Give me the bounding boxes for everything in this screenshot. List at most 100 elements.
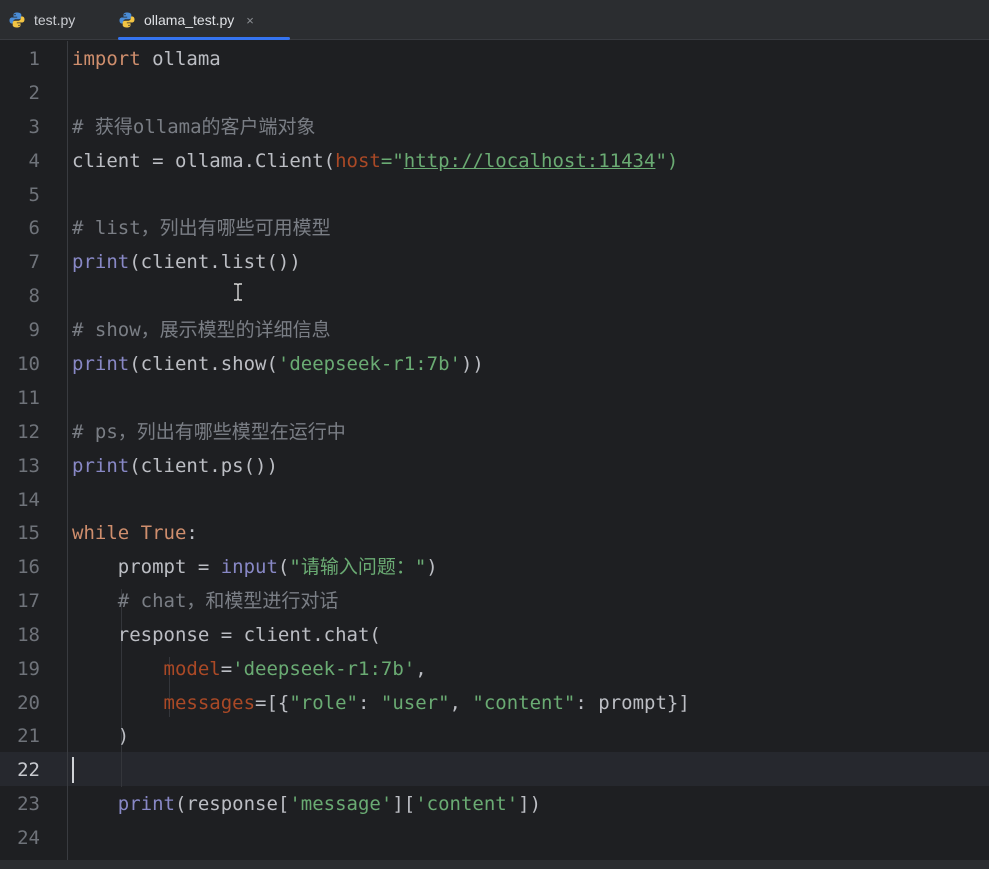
- editor-tab-bar: test.py ollama_test.py ×: [0, 0, 989, 40]
- code-text: client = ollama.Client(: [72, 150, 336, 172]
- line-number: 6: [28, 217, 40, 239]
- line-number: 14: [17, 489, 40, 511]
- line-number: 19: [17, 658, 40, 680]
- code-text: ollama: [140, 48, 221, 70]
- keyword: while: [72, 522, 130, 544]
- indent-guide: [121, 589, 122, 787]
- builtin: print: [117, 793, 175, 815]
- code-line-13: print(client.ps()): [72, 454, 278, 478]
- line-number: 21: [17, 725, 40, 747]
- code-line-15: while True:: [72, 521, 198, 545]
- line-number-current: 22: [17, 759, 40, 781]
- python-icon: [118, 11, 136, 29]
- code-line-23: print(response['message']['content']): [72, 792, 541, 816]
- line-number: 4: [28, 150, 40, 172]
- tab-label: test.py: [34, 12, 76, 28]
- code-text: prompt =: [72, 556, 221, 578]
- line-number: 17: [17, 590, 40, 612]
- code-line-18: response = client.chat(: [72, 624, 381, 646]
- code-line-12: # ps，列出有哪些模型在运行中: [72, 421, 346, 443]
- code-text: )): [460, 353, 484, 375]
- line-number: 10: [17, 353, 40, 375]
- string: "请输入问题：": [289, 556, 427, 578]
- code-line-17: # chat，和模型进行对话: [72, 590, 339, 612]
- tab-label: ollama_test.py: [144, 12, 235, 28]
- code-text: (client.ps()): [129, 455, 278, 477]
- string: "user": [380, 692, 450, 714]
- string: 'deepseek-r1:7b': [277, 353, 461, 375]
- code-text: (: [277, 556, 290, 578]
- code-text: ]): [518, 793, 542, 815]
- builtin: print: [72, 353, 130, 375]
- line-number: 20: [17, 692, 40, 714]
- code-text: ,: [449, 692, 473, 714]
- keyword: import: [72, 48, 141, 70]
- close-icon[interactable]: ×: [246, 13, 254, 28]
- line-number: 16: [17, 556, 40, 578]
- parameter: host: [335, 150, 381, 172]
- code-line-3: # 获得ollama的客户端对象: [72, 116, 316, 138]
- line-number: 7: [28, 251, 40, 273]
- string: "content": [472, 692, 576, 714]
- line-number: 23: [17, 793, 40, 815]
- line-number: 18: [17, 624, 40, 646]
- python-icon: [8, 11, 26, 29]
- line-number: 5: [28, 184, 40, 206]
- builtin: input: [220, 556, 278, 578]
- string: "role": [289, 692, 358, 714]
- line-number: 9: [28, 319, 40, 341]
- parameter: model: [163, 658, 221, 680]
- string: 'message': [289, 793, 393, 815]
- code-line-21: ): [72, 725, 130, 747]
- string: 'deepseek-r1:7b': [232, 658, 416, 680]
- line-number: 24: [17, 827, 40, 849]
- code-text: ][: [392, 793, 416, 815]
- code-line-16: prompt = input("请输入问题："): [72, 555, 438, 579]
- code-text: (client.show(: [129, 353, 278, 375]
- code-text: :: [358, 692, 381, 714]
- code-line-9: # show，展示模型的详细信息: [72, 319, 331, 341]
- parameter: messages: [163, 692, 256, 714]
- string: =": [380, 150, 404, 172]
- line-number: 8: [28, 285, 40, 307]
- code-text: (client.list()): [129, 251, 301, 273]
- string: 'content': [415, 793, 519, 815]
- line-number: 2: [28, 82, 40, 104]
- code-line-10: print(client.show('deepseek-r1:7b')): [72, 352, 484, 376]
- keyword: True: [140, 522, 187, 544]
- builtin: print: [72, 251, 130, 273]
- builtin: print: [72, 455, 130, 477]
- code-text: : prompt}]: [575, 692, 690, 714]
- code-editor[interactable]: 1 2 3 4 5 6 7 8 9 10 11 12 13 14 15 16 1…: [0, 41, 989, 860]
- tab-ollama-test-py[interactable]: ollama_test.py ×: [118, 0, 290, 40]
- line-number: 15: [17, 522, 40, 544]
- code-text: ,: [415, 658, 427, 680]
- code-text: :: [186, 522, 198, 544]
- line-number: 12: [17, 421, 40, 443]
- code-text: =: [220, 658, 233, 680]
- code-line-1: import ollama: [72, 47, 221, 71]
- code-text: (response[: [174, 793, 290, 815]
- code-text: ): [426, 556, 438, 578]
- text-caret: [72, 757, 74, 783]
- code-text: =[{: [255, 692, 290, 714]
- line-number-gutter: 1 2 3 4 5 6 7 8 9 10 11 12 13 14 15 16 1…: [0, 41, 68, 860]
- code-line-19: model='deepseek-r1:7b',: [72, 657, 427, 681]
- tab-test-py[interactable]: test.py: [8, 0, 108, 40]
- url-link[interactable]: http://localhost:11434: [404, 150, 656, 172]
- code-line-6: # list，列出有哪些可用模型: [72, 217, 331, 239]
- mouse-ibeam-cursor-icon: [232, 283, 244, 301]
- line-number: 13: [17, 455, 40, 477]
- bottom-bar: [0, 860, 989, 869]
- code-line-4: client = ollama.Client(host="http://loca…: [72, 149, 678, 173]
- line-number: 3: [28, 116, 40, 138]
- code-line-20: messages=[{"role": "user", "content": pr…: [72, 691, 690, 715]
- code-line-7: print(client.list()): [72, 250, 301, 274]
- string: "): [655, 150, 679, 172]
- line-number: 1: [28, 48, 40, 70]
- current-line-highlight: [0, 752, 989, 786]
